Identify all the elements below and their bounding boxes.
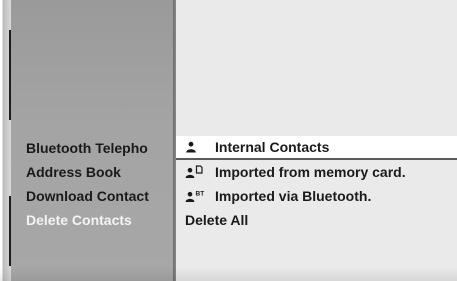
memory-card-contact-icon — [185, 164, 209, 180]
menu-item-download-contacts[interactable]: Download Contact — [26, 184, 172, 208]
submenu-item-imported-memory-card[interactable]: Imported from memory card. — [176, 160, 457, 184]
contacts-screen: Bluetooth Telepho Address Book Download … — [0, 0, 457, 281]
main-menu: Bluetooth Telepho Address Book Download … — [26, 136, 172, 232]
svg-text:BT: BT — [196, 191, 205, 198]
left-edge-strip — [0, 0, 12, 281]
delete-contacts-submenu: Internal Contacts Imported from memory c… — [176, 136, 457, 232]
bottom-shade — [0, 267, 457, 281]
menu-item-address-book[interactable]: Address Book — [26, 160, 172, 184]
submenu-item-label: Imported from memory card. — [215, 164, 406, 180]
submenu-item-internal-contacts[interactable]: Internal Contacts — [176, 136, 457, 160]
menu-item-delete-contacts[interactable]: Delete Contacts — [26, 208, 172, 232]
bluetooth-contact-icon: BT — [185, 188, 209, 204]
submenu-item-imported-bluetooth[interactable]: BT Imported via Bluetooth. — [176, 184, 457, 208]
submenu-item-label: Internal Contacts — [215, 139, 330, 155]
submenu-item-delete-all[interactable]: Delete All — [176, 208, 457, 232]
submenu-item-label: Delete All — [185, 212, 249, 228]
submenu-item-label: Imported via Bluetooth. — [215, 188, 372, 204]
menu-item-bluetooth-telephone[interactable]: Bluetooth Telepho — [26, 136, 172, 160]
person-icon — [185, 139, 209, 155]
